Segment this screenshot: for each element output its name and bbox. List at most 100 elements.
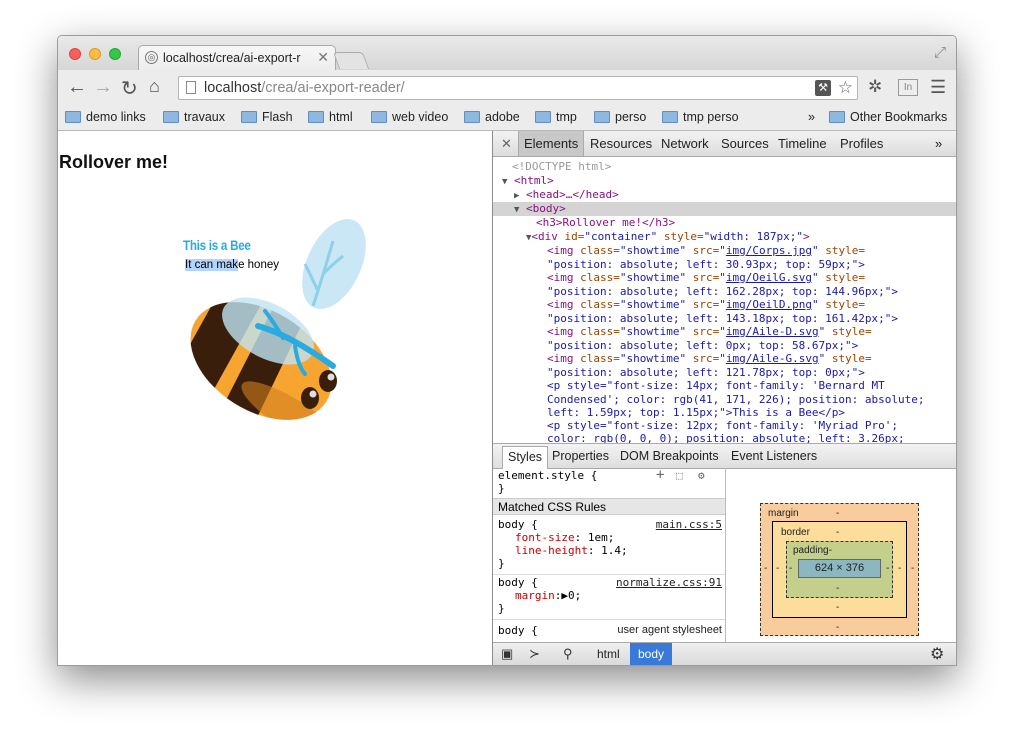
- selected-text: It can mak: [185, 259, 239, 271]
- dom-node-selected[interactable]: ▼ <body>: [493, 202, 956, 216]
- new-tab-button[interactable]: [332, 52, 370, 69]
- border-top-value: -: [836, 527, 840, 538]
- bug-extension-icon[interactable]: ✲: [868, 77, 882, 97]
- collapse-arrow-icon[interactable]: ▶: [493, 191, 519, 201]
- margin-left-value: -: [764, 563, 768, 574]
- dom-node-cont: "position: absolute; left: 121.78px; top…: [547, 366, 865, 379]
- page-heading: Rollover me!: [59, 152, 169, 172]
- console-icon[interactable]: ≻: [529, 646, 540, 662]
- expand-arrow-icon[interactable]: ▼: [493, 177, 507, 187]
- address-bar[interactable]: localhost/crea/ai-export-reader/ ⚒ ☆: [178, 76, 858, 100]
- tab-profiles[interactable]: Profiles: [840, 136, 883, 151]
- page-viewport: Rollover me! This is a Bee It can make h…: [58, 131, 492, 665]
- rule-source-link[interactable]: normalize.css:91: [616, 576, 722, 589]
- left-wing: [302, 219, 366, 309]
- css-declaration[interactable]: line-height: 1.4;: [515, 544, 628, 557]
- tab-properties[interactable]: Properties: [552, 449, 609, 463]
- dom-node[interactable]: <img class="showtime" src="img/Aile-G.sv…: [493, 352, 956, 366]
- bookmarks-overflow-button[interactable]: »: [808, 110, 815, 124]
- toggle-state-icon[interactable]: ⬚: [676, 469, 683, 482]
- folder-icon: [308, 111, 324, 123]
- rule-brace: }: [498, 557, 505, 570]
- reload-icon[interactable]: ↻: [121, 76, 138, 101]
- rule-selector[interactable]: body {: [498, 518, 538, 531]
- padding-left-value: -: [789, 563, 793, 574]
- close-window-button[interactable]: [69, 48, 81, 60]
- dom-node[interactable]: <img class="showtime" src="img/Corps.jpg…: [493, 244, 956, 258]
- breadcrumb-body[interactable]: body: [630, 643, 673, 665]
- breadcrumb-html[interactable]: html: [589, 643, 628, 665]
- dom-node[interactable]: <img class="showtime" src="img/OeilD.png…: [493, 298, 956, 312]
- rule-selector[interactable]: body {: [498, 624, 538, 637]
- tabs-overflow-button[interactable]: »: [935, 136, 942, 151]
- linkedin-extension-icon[interactable]: In: [898, 79, 918, 96]
- minimize-window-button[interactable]: [89, 48, 101, 60]
- css-declaration[interactable]: margin:▶0;: [515, 589, 581, 602]
- menu-icon[interactable]: ☰: [930, 77, 946, 98]
- matched-css-header: Matched CSS Rules: [493, 498, 725, 515]
- dom-node-cont: "position: absolute; left: 30.93px; top:…: [547, 258, 865, 271]
- dom-node[interactable]: <p style="font-size: 14px; font-family: …: [493, 379, 956, 393]
- bookmark-folder[interactable]: tmp: [535, 110, 577, 124]
- dom-node-cont: left: 1.59px; top: 1.15px;">This is a Be…: [547, 406, 846, 419]
- dom-node[interactable]: ▼ <html>: [493, 174, 956, 188]
- fullscreen-icon[interactable]: ⤢: [934, 44, 946, 61]
- devtools-close-icon[interactable]: ✕: [501, 136, 512, 152]
- dom-node[interactable]: <!DOCTYPE html>: [493, 160, 956, 174]
- bookmark-folder[interactable]: perso: [594, 110, 646, 124]
- forward-icon[interactable]: →: [93, 76, 113, 99]
- box-model-content[interactable]: 624 × 376: [798, 559, 881, 578]
- home-icon[interactable]: ⌂: [149, 76, 160, 97]
- tab-network[interactable]: Network: [661, 136, 709, 151]
- bookmark-folder[interactable]: web video: [371, 110, 448, 124]
- browser-toolbar: ← → ↻ ⌂ localhost/crea/ai-export-reader/…: [58, 70, 956, 106]
- other-bookmarks[interactable]: Other Bookmarks: [829, 110, 947, 124]
- tab-resources[interactable]: Resources: [590, 136, 652, 151]
- settings-gear-icon[interactable]: ⚙: [930, 644, 944, 664]
- settings-gear-icon[interactable]: ⚙: [698, 469, 705, 482]
- browser-tab[interactable]: ◎ localhost/crea/ai-export-r ✕: [138, 45, 336, 72]
- tab-styles[interactable]: Styles: [502, 446, 549, 469]
- bookmark-folder[interactable]: html: [308, 110, 353, 124]
- rule-selector[interactable]: body {: [498, 576, 538, 589]
- bookmark-folder[interactable]: demo links: [65, 110, 146, 124]
- dom-node[interactable]: <p style="font-size: 12px; font-family: …: [493, 419, 956, 433]
- search-icon[interactable]: ⚲: [563, 646, 573, 662]
- rule-brace: }: [498, 482, 505, 495]
- border-left-value: -: [776, 563, 780, 574]
- bookmark-star-icon[interactable]: ☆: [838, 77, 853, 99]
- tab-dom-breakpoints[interactable]: DOM Breakpoints: [620, 449, 719, 463]
- tab-timeline[interactable]: Timeline: [778, 136, 827, 151]
- bee-subtitle: It can make honey: [185, 259, 279, 271]
- expand-arrow-icon[interactable]: ▼: [493, 205, 519, 215]
- dom-node[interactable]: <img class="showtime" src="img/Aile-D.sv…: [493, 325, 956, 339]
- bookmark-folder[interactable]: adobe: [464, 110, 520, 124]
- border-bottom-value: -: [836, 602, 840, 613]
- dom-node[interactable]: <img class="showtime" src="img/OeilG.svg…: [493, 271, 956, 285]
- dom-node[interactable]: ▶ <head>…</head>: [493, 188, 956, 202]
- css-declaration[interactable]: font-size: 1em;: [515, 531, 614, 544]
- tab-elements[interactable]: Elements: [518, 131, 585, 156]
- expand-arrow-icon[interactable]: ▼: [493, 233, 531, 243]
- dom-node[interactable]: ▼<div id="container" style="width: 187px…: [493, 230, 956, 244]
- url-text: localhost/crea/ai-export-reader/: [204, 80, 405, 96]
- padding-bottom-value: -: [836, 583, 840, 594]
- element-style-rule[interactable]: element.style {: [498, 469, 597, 482]
- zoom-window-button[interactable]: [109, 48, 121, 60]
- tab-sources[interactable]: Sources: [721, 136, 769, 151]
- dom-node[interactable]: <h3>Rollover me!</h3>: [493, 216, 956, 230]
- dock-icon[interactable]: ▣: [501, 646, 513, 662]
- add-rule-icon[interactable]: +: [656, 468, 664, 482]
- dom-node-cont: "position: absolute; left: 0px; top: 58.…: [547, 339, 859, 352]
- tab-title: localhost/crea/ai-export-r: [163, 51, 301, 65]
- wrench-icon[interactable]: ⚒: [815, 80, 831, 96]
- bookmark-folder[interactable]: Flash: [241, 110, 293, 124]
- folder-icon: [662, 111, 678, 123]
- bookmark-folder[interactable]: travaux: [163, 110, 225, 124]
- tab-close-icon[interactable]: ✕: [317, 49, 329, 66]
- globe-icon: ◎: [145, 51, 158, 64]
- bookmark-folder[interactable]: tmp perso: [662, 110, 739, 124]
- tab-event-listeners[interactable]: Event Listeners: [731, 449, 817, 463]
- rule-source-link[interactable]: main.css:5: [656, 518, 722, 531]
- back-icon[interactable]: ←: [67, 76, 87, 99]
